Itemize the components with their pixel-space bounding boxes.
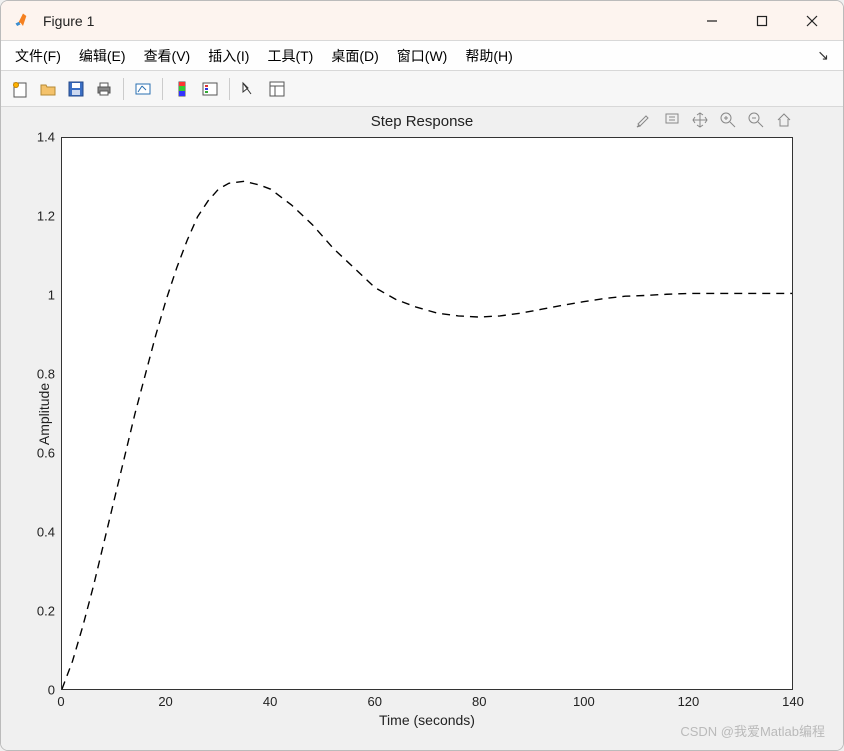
menu-insert[interactable]: 插入(I) <box>200 43 257 69</box>
y-tick-label: 1.4 <box>37 130 61 145</box>
y-tick-label: 0.2 <box>37 604 61 619</box>
minimize-button[interactable] <box>689 5 735 37</box>
axes-toolbar <box>631 107 797 133</box>
x-tick-label: 60 <box>367 690 381 709</box>
titlebar: Figure 1 <box>1 1 843 41</box>
menu-view[interactable]: 查看(V) <box>136 43 199 69</box>
zoom-in-icon[interactable] <box>715 107 741 133</box>
datatip-icon[interactable] <box>659 107 685 133</box>
x-tick-label: 40 <box>263 690 277 709</box>
new-figure-button[interactable] <box>7 76 33 102</box>
x-tick-label: 80 <box>472 690 486 709</box>
matlab-icon <box>13 11 33 31</box>
open-button[interactable] <box>35 76 61 102</box>
watermark-text: CSDN @我爱Matlab编程 <box>680 721 825 740</box>
menubar: 文件(F) 编辑(E) 查看(V) 插入(I) 工具(T) 桌面(D) 窗口(W… <box>1 41 843 71</box>
y-axis-label: Amplitude <box>36 382 52 444</box>
edit-plot-button[interactable] <box>236 76 262 102</box>
x-tick-label: 120 <box>678 690 700 709</box>
pan-icon[interactable] <box>687 107 713 133</box>
axes[interactable]: 00.20.40.60.811.21.4 020406080100120140 … <box>61 137 793 690</box>
insert-colorbar-button[interactable] <box>169 76 195 102</box>
maximize-button[interactable] <box>739 5 785 37</box>
link-plot-button[interactable] <box>130 76 156 102</box>
y-tick-label: 0.6 <box>37 446 61 461</box>
close-button[interactable] <box>789 5 835 37</box>
y-tick-label: 1.2 <box>37 209 61 224</box>
x-tick-label: 140 <box>782 690 804 709</box>
figure-window: Figure 1 文件(F) 编辑(E) 查看(V) 插入(I) 工具(T) 桌… <box>0 0 844 751</box>
insert-legend-button[interactable] <box>197 76 223 102</box>
menu-help[interactable]: 帮助(H) <box>457 43 520 69</box>
zoom-out-icon[interactable] <box>743 107 769 133</box>
menu-window[interactable]: 窗口(W) <box>389 43 456 69</box>
x-tick-label: 20 <box>158 690 172 709</box>
menu-edit[interactable]: 编辑(E) <box>71 43 134 69</box>
dock-arrow-icon[interactable]: ↘ <box>817 47 829 64</box>
x-tick-label: 0 <box>57 690 64 709</box>
open-property-inspector-button[interactable] <box>264 76 290 102</box>
brush-icon[interactable] <box>631 107 657 133</box>
print-button[interactable] <box>91 76 117 102</box>
menu-desktop[interactable]: 桌面(D) <box>323 43 386 69</box>
menu-file[interactable]: 文件(F) <box>7 43 69 69</box>
y-tick-label: 0.4 <box>37 525 61 540</box>
menu-tools[interactable]: 工具(T) <box>259 43 321 69</box>
y-tick-label: 0.8 <box>37 367 61 382</box>
window-title: Figure 1 <box>43 13 94 29</box>
figure-area: Step Response 00.20.40.60.811.21.4 02040… <box>1 107 843 750</box>
x-tick-label: 100 <box>573 690 595 709</box>
toolbar <box>1 71 843 107</box>
home-icon[interactable] <box>771 107 797 133</box>
y-tick-label: 1 <box>48 288 61 303</box>
save-button[interactable] <box>63 76 89 102</box>
